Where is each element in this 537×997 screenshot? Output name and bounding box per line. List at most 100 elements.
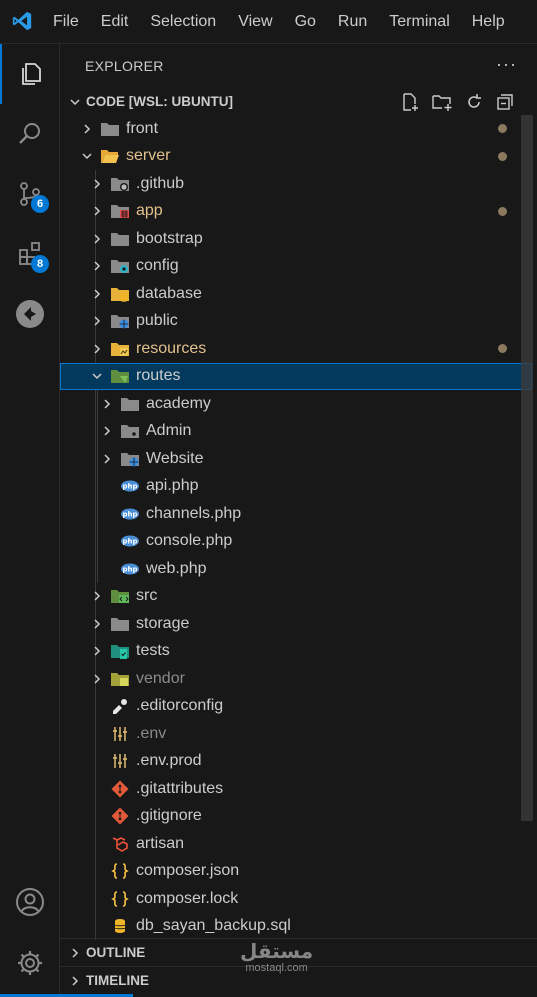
tree-folder-routes[interactable]: routes [60,362,532,390]
git-file-icon [110,806,130,826]
tree-item-label: storage [136,614,190,632]
menu-item-help[interactable]: Help [472,13,505,31]
tree-folder-resources[interactable]: resources [60,335,532,363]
php-file-icon: php [120,559,140,579]
tree-item-label: .gitignore [136,807,202,825]
tree-folder-database[interactable]: database [60,280,532,308]
menu-item-go[interactable]: Go [295,13,316,31]
tree-folder-bootstrap[interactable]: bootstrap [60,225,532,253]
activity-bar: 6 8 [0,44,60,997]
tree-item-label: composer.lock [136,889,239,907]
chevron-right-icon [90,232,104,246]
tree-folder-server[interactable]: server [60,143,532,171]
tree-item-label: tests [136,642,170,660]
search-activity-button[interactable] [0,104,60,164]
tree-file--env-prod[interactable]: .env.prod [60,748,532,776]
tree-file-channels-php[interactable]: php channels.php [60,500,532,528]
tree-file-console-php[interactable]: php console.php [60,528,532,556]
routes-folder-icon [110,366,130,386]
source-control-activity-button[interactable]: 6 [0,164,60,224]
tree-folder-src[interactable]: src [60,583,532,611]
chevron-right-icon [80,122,94,136]
tree-item-label: Admin [146,422,192,440]
more-actions-button[interactable]: ··· [496,54,517,75]
menu-item-terminal[interactable]: Terminal [389,13,449,31]
refresh-icon[interactable] [464,92,484,112]
twistie-spacer [90,892,104,906]
menu-item-edit[interactable]: Edit [101,13,129,31]
config-folder-icon [110,256,130,276]
tree-file-artisan[interactable]: artisan [60,830,532,858]
chevron-right-icon [100,397,114,411]
tree-folder-admin[interactable]: Admin [60,418,532,446]
svg-text:php: php [122,510,137,518]
tree-file-api-php[interactable]: php api.php [60,473,532,501]
tree-item-label: .env.prod [136,752,202,770]
search-icon [19,123,40,144]
remote-explorer-activity-button[interactable] [0,284,60,344]
twistie-spacer [100,507,114,521]
folder-icon [110,229,130,249]
json-file-icon [110,861,130,881]
chevron-right-icon [90,589,104,603]
collapse-all-icon[interactable] [495,92,515,112]
menu-item-file[interactable]: File [53,13,79,31]
twistie-spacer [90,864,104,878]
tests-folder-icon [110,641,130,661]
tree-folder--github[interactable]: .github [60,170,532,198]
tree-file--gitattributes[interactable]: .gitattributes [60,775,532,803]
new-folder-icon[interactable] [431,92,453,112]
folder-icon [100,119,120,139]
tree-file-composer-json[interactable]: composer.json [60,858,532,886]
menu-item-view[interactable]: View [238,13,272,31]
tree-item-label: academy [146,394,211,412]
tree-scrollbar[interactable] [521,115,533,821]
modified-indicator [498,124,507,134]
globe-folder-icon [110,311,130,331]
env-file-icon [110,724,130,744]
menu-item-selection[interactable]: Selection [150,13,216,31]
tree-file--env[interactable]: .env [60,720,532,748]
watermark-latin: mostaql.com [245,962,308,974]
json-file-icon [110,889,130,909]
new-file-icon[interactable] [400,92,420,112]
account-activity-button[interactable] [0,872,60,932]
tree-item-label: composer.json [136,862,240,880]
menu-item-run[interactable]: Run [338,13,367,31]
title-bar: File Edit Selection View Go Run Terminal Help [0,0,537,44]
twistie-spacer [100,534,114,548]
tree-item-label: api.php [146,477,199,495]
tree-file--gitignore[interactable]: .gitignore [60,803,532,831]
tree-item-label: .gitattributes [136,779,224,797]
tree-folder-app[interactable]: app [60,198,532,226]
chevron-right-icon [64,947,86,959]
tree-folder-website[interactable]: Website [60,445,532,473]
watermark-arabic: مستقل [240,941,314,963]
explorer-activity-button[interactable] [0,44,60,104]
tree-folder-public[interactable]: public [60,308,532,336]
chevron-right-icon [90,342,104,356]
tree-item-label: console.php [146,532,233,550]
settings-activity-button[interactable] [0,933,60,993]
tree-file-db-sayan-backup-sql[interactable]: db_sayan_backup.sql [60,913,532,941]
account-icon [16,888,44,916]
globe-folder-icon [120,449,140,469]
tree-file--editorconfig[interactable]: .editorconfig [60,693,532,721]
git-file-icon [110,779,130,799]
tree-folder-vendor[interactable]: vendor [60,665,532,693]
tree-folder-tests[interactable]: tests [60,638,532,666]
vscode-logo-icon [12,11,32,31]
tree-file-composer-lock[interactable]: composer.lock [60,885,532,913]
tree-folder-storage[interactable]: storage [60,610,532,638]
chevron-right-icon [90,644,104,658]
tree-folder-config[interactable]: config [60,253,532,281]
project-actions [400,88,515,115]
admin-folder-icon [120,421,140,441]
resources-folder-icon [110,339,130,359]
extensions-activity-button[interactable]: 8 [0,224,60,284]
tree-item-label: bootstrap [136,229,203,247]
tree-folder-front[interactable]: front [60,115,532,143]
tree-file-web-php[interactable]: php web.php [60,555,532,583]
tree-folder-academy[interactable]: academy [60,390,532,418]
project-section-header[interactable]: CODE [WSL: UBUNTU] [60,88,537,115]
